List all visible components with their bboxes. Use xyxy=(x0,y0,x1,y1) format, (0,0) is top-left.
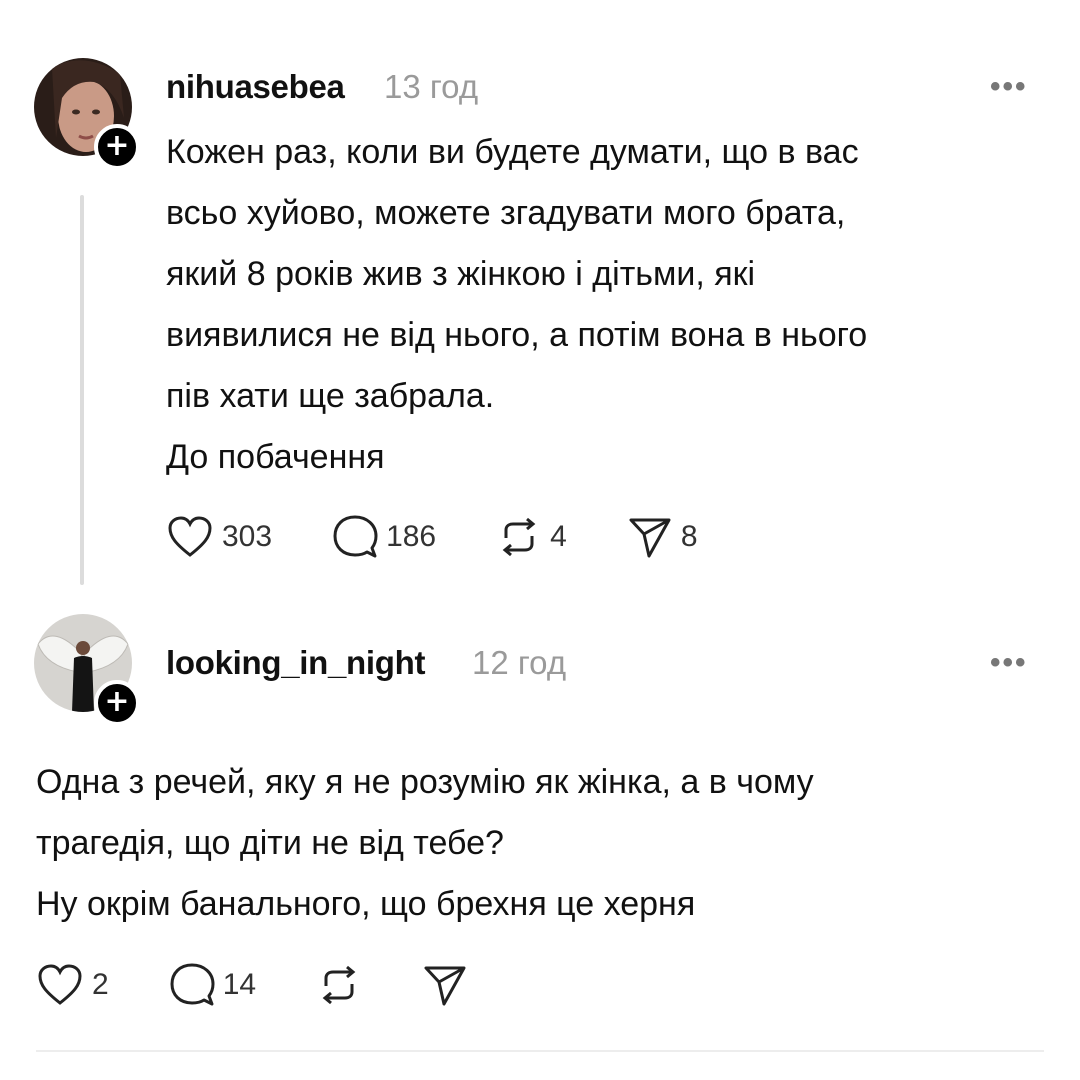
post-text-line: пів хати ще забрала. xyxy=(166,377,495,415)
repost-icon xyxy=(322,965,356,1005)
comment-count: 14 xyxy=(222,968,257,1001)
speech-bubble-icon xyxy=(170,963,215,1006)
plus-icon: + xyxy=(104,684,130,719)
like-button[interactable]: 303 xyxy=(166,515,272,559)
share-count: 8 xyxy=(680,520,698,553)
speech-bubble-icon xyxy=(333,515,378,558)
repost-icon xyxy=(502,517,536,557)
post-text-line: який 8 років жив з жінкою і дітьми, які xyxy=(166,255,756,293)
post-nihuasebea: + nihuasebea 13 год ••• Кожен раз, коли … xyxy=(0,0,1080,600)
post-text: Одна з речей, яку я не розумію як жінка,… xyxy=(36,752,814,935)
repost-button[interactable]: 4 xyxy=(496,514,567,560)
post-text: Кожен раз, коли ви будете думати, що в в… xyxy=(166,122,867,488)
share-button[interactable] xyxy=(422,962,468,1008)
comment-button[interactable]: 14 xyxy=(169,962,256,1008)
post-actions: 2 14 xyxy=(36,962,528,1008)
post-looking-in-night: + looking_in_night 12 год ••• Одна з реч… xyxy=(0,600,1080,1060)
post-text-line: виявилися не від нього, а потім вона в н… xyxy=(166,316,868,354)
heart-icon xyxy=(168,516,212,557)
plus-icon: + xyxy=(104,128,130,163)
more-options-icon[interactable]: ••• xyxy=(990,646,1028,680)
post-actions: 303 186 4 8 xyxy=(166,514,758,560)
post-divider xyxy=(36,1050,1044,1052)
username[interactable]: nihuasebea xyxy=(166,68,345,106)
follow-button-looking-in-night[interactable]: + xyxy=(94,680,140,726)
follow-button-nihuasebea[interactable]: + xyxy=(94,124,140,170)
post-text-line: Кожен раз, коли ви будете думати, що в в… xyxy=(166,133,859,171)
comment-count: 186 xyxy=(386,520,437,553)
post-text-line: Одна з речей, яку я не розумію як жінка,… xyxy=(36,763,814,801)
paper-plane-icon xyxy=(424,966,466,1006)
post-text-line: трагедія, що діти не від тебе? xyxy=(36,824,504,862)
post-text-line: всьо хуйово, можете згадувати мого брата… xyxy=(166,194,846,232)
like-button[interactable]: 2 xyxy=(36,963,109,1007)
post-time: 12 год xyxy=(472,644,567,681)
comment-button[interactable]: 186 xyxy=(332,514,436,560)
like-count: 303 xyxy=(222,520,273,553)
like-count: 2 xyxy=(92,968,109,1001)
paper-plane-icon xyxy=(629,518,671,558)
repost-count: 4 xyxy=(550,520,567,553)
post-text-line: Ну окрім банального, що брехня це херня xyxy=(36,885,696,923)
post-time: 13 год xyxy=(384,68,479,105)
post-text-line: До побачення xyxy=(166,438,385,476)
username[interactable]: looking_in_night xyxy=(166,644,425,682)
share-button[interactable]: 8 xyxy=(627,514,698,560)
more-options-icon[interactable]: ••• xyxy=(990,70,1028,104)
heart-icon xyxy=(38,964,82,1005)
repost-button[interactable] xyxy=(316,962,362,1008)
thread-line xyxy=(80,195,84,585)
